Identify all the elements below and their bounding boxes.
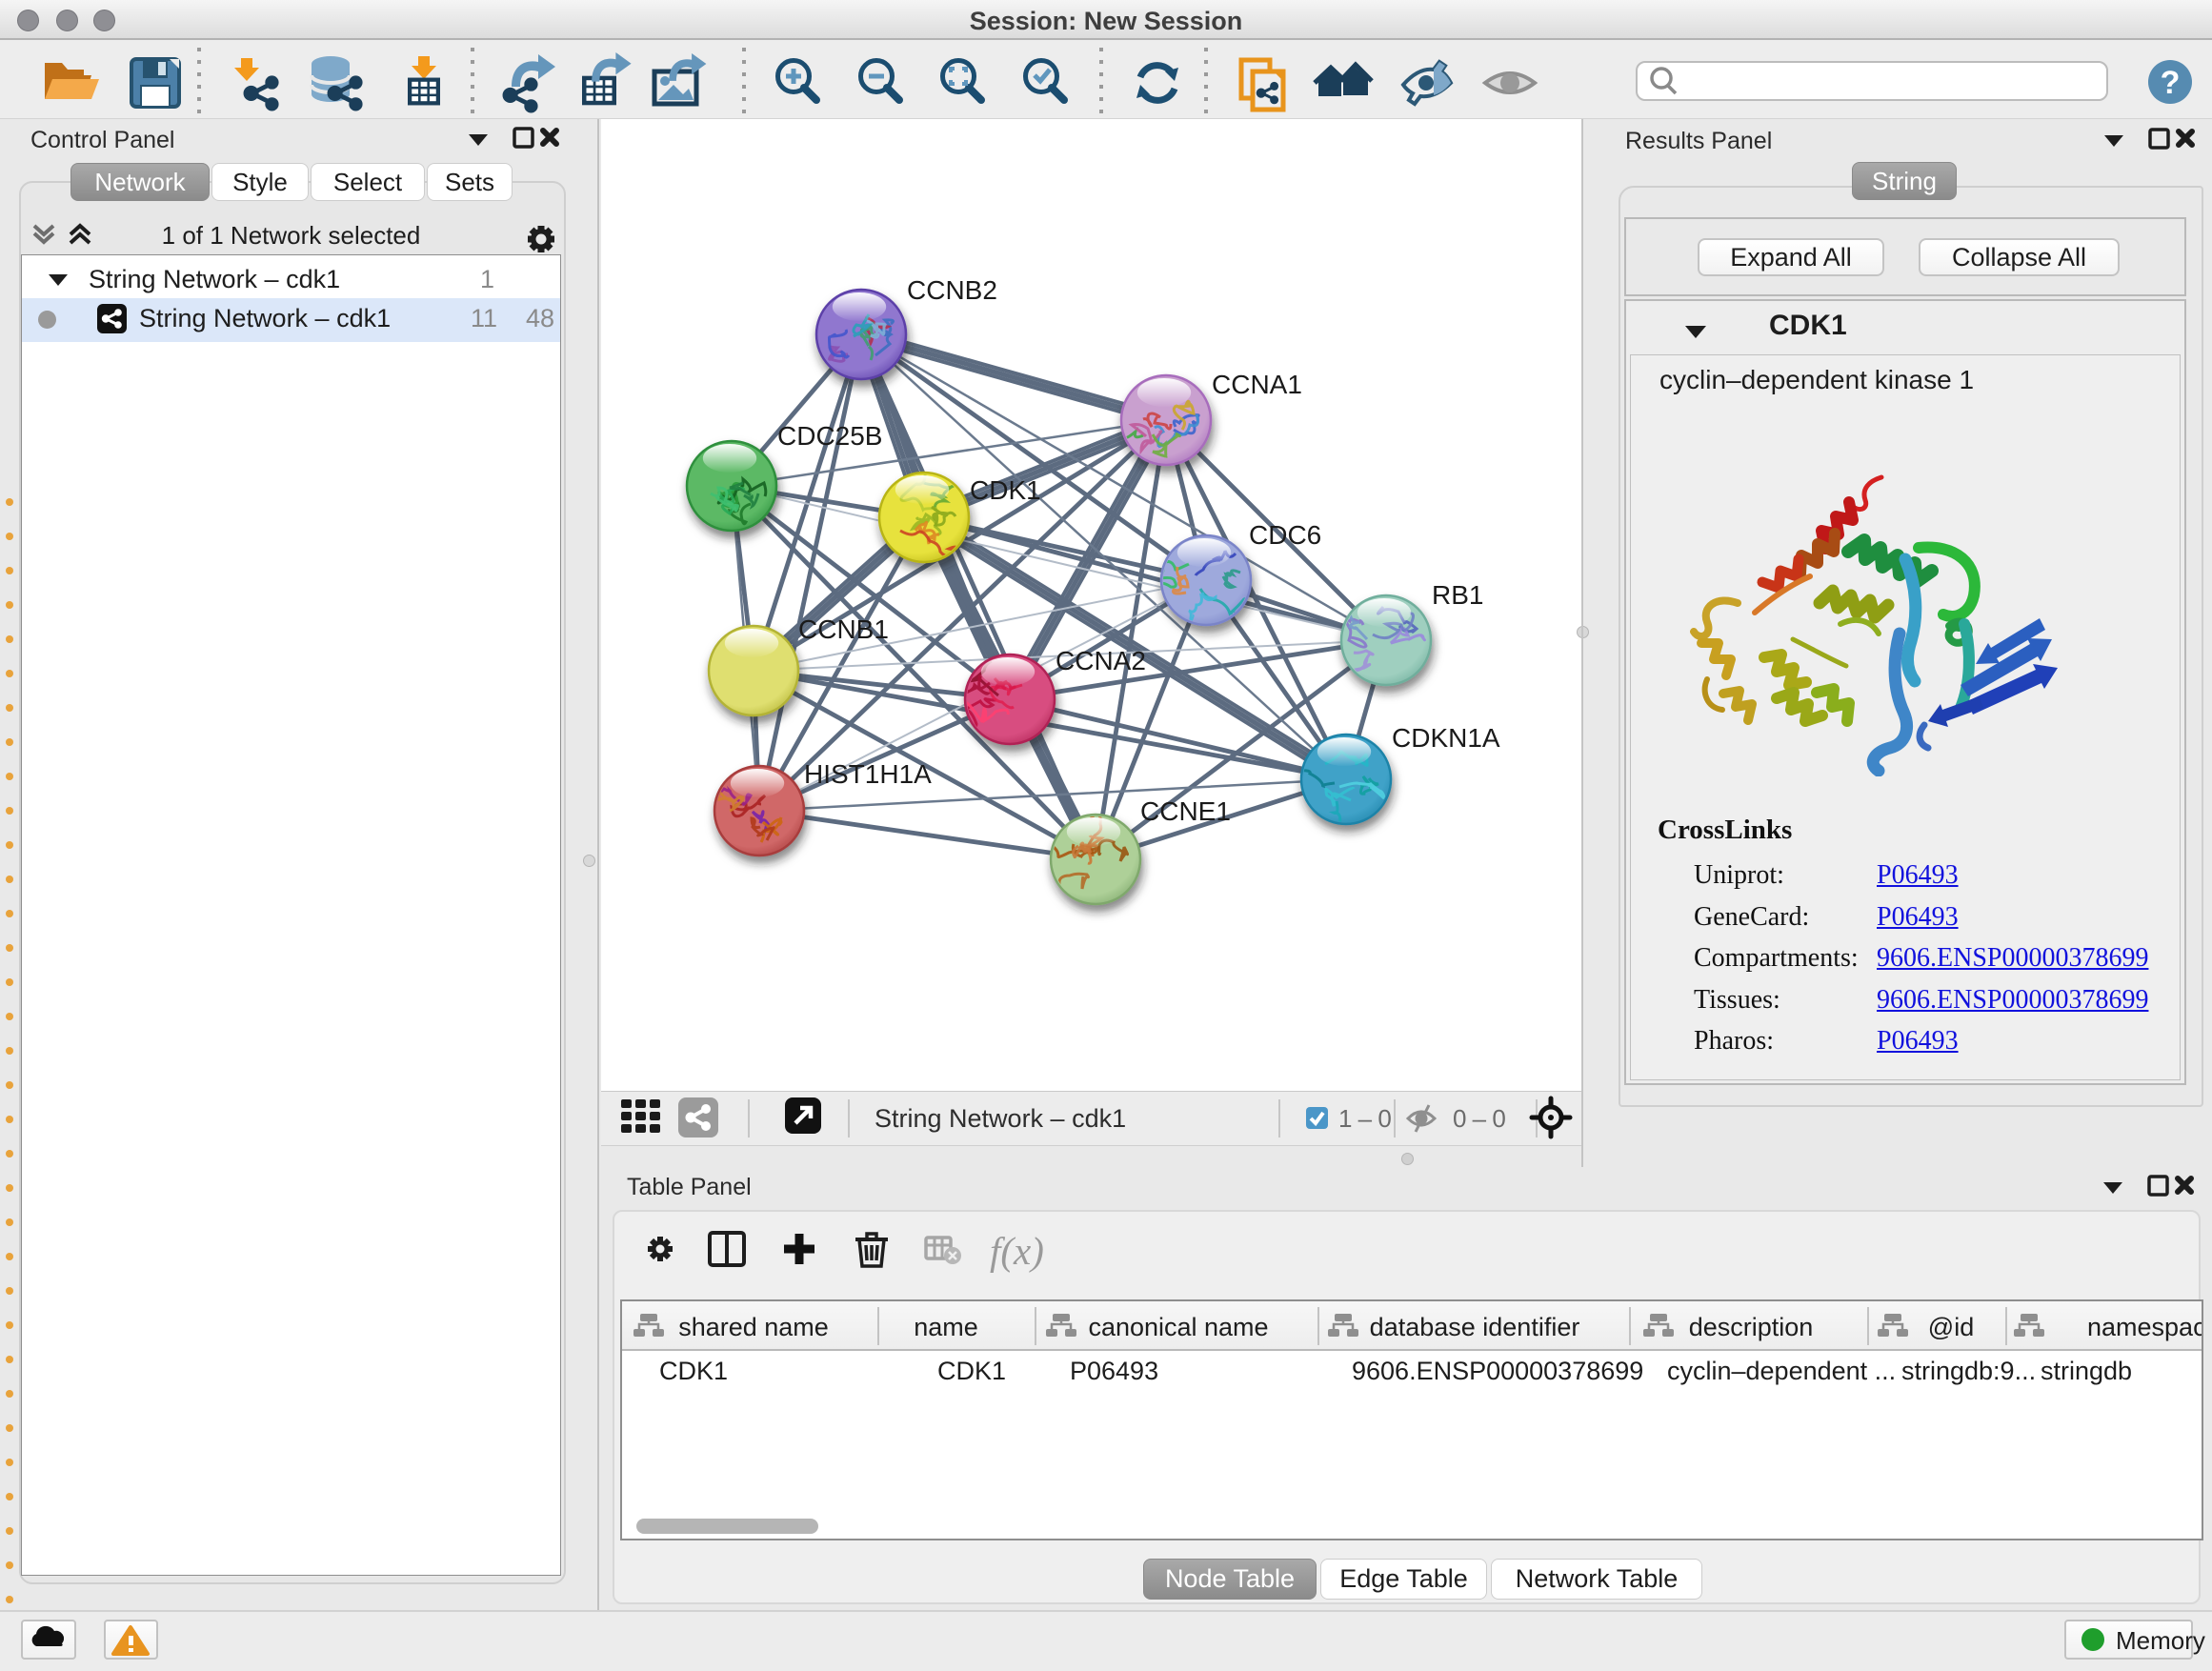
svg-text:namespac: namespac (2087, 1313, 2202, 1341)
svg-text:CDK1: CDK1 (970, 475, 1041, 505)
svg-text:?: ? (2161, 65, 2181, 101)
svg-text:String Network – cdk1: String Network – cdk1 (875, 1104, 1126, 1133)
svg-text:name: name (914, 1313, 978, 1341)
svg-text:1 – 0: 1 – 0 (1338, 1104, 1391, 1133)
svg-text:canonical name: canonical name (1088, 1313, 1268, 1341)
svg-text:CCNB2: CCNB2 (907, 275, 997, 305)
svg-text:shared name: shared name (678, 1313, 829, 1341)
svg-text:CCNA1: CCNA1 (1212, 370, 1302, 399)
svg-text:f(x): f(x) (990, 1229, 1044, 1273)
svg-text:RB1: RB1 (1432, 580, 1483, 610)
svg-text:database identifier: database identifier (1370, 1313, 1580, 1341)
svg-text:CDC25B: CDC25B (777, 421, 882, 451)
svg-text:HIST1H1A: HIST1H1A (804, 759, 932, 789)
svg-text:description: description (1689, 1313, 1814, 1341)
svg-text:CCNE1: CCNE1 (1140, 796, 1231, 826)
svg-text:CDC6: CDC6 (1249, 520, 1321, 550)
svg-text:CCNB1: CCNB1 (798, 614, 889, 644)
svg-text:CDKN1A: CDKN1A (1392, 723, 1500, 753)
svg-text:0 – 0: 0 – 0 (1453, 1104, 1505, 1133)
svg-text:@id: @id (1928, 1313, 1974, 1341)
svg-text:CCNA2: CCNA2 (1056, 646, 1146, 675)
